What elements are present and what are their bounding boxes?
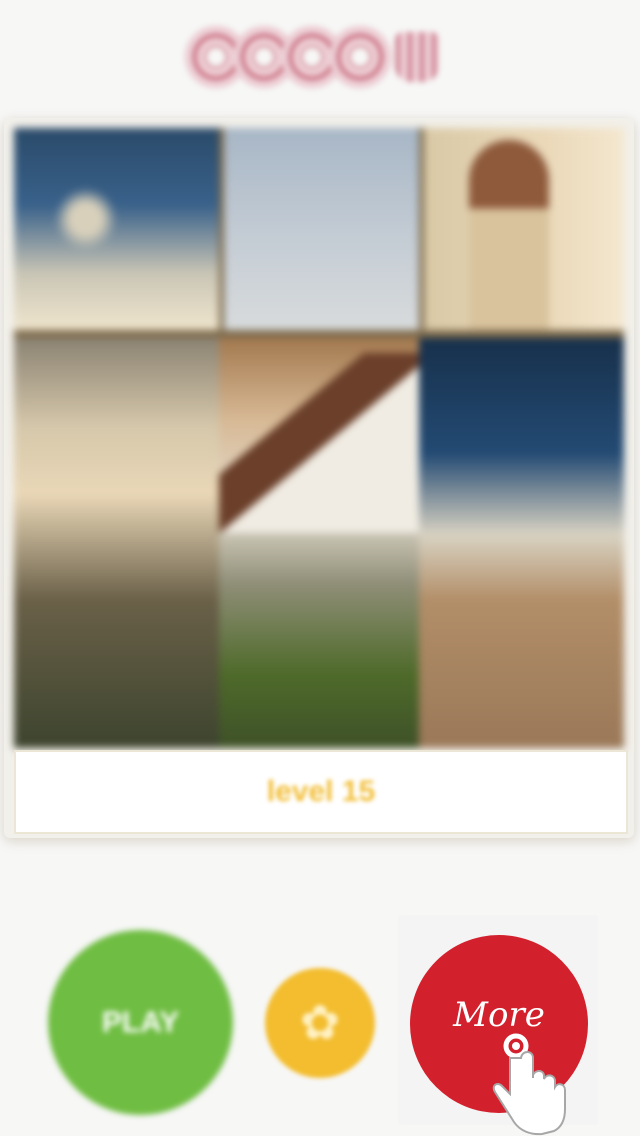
tap-hand-icon — [492, 1033, 566, 1136]
tower-image — [469, 140, 549, 330]
logo — [185, 22, 455, 92]
level-label: level 15 — [266, 775, 376, 808]
puzzle-piece[interactable] — [14, 338, 219, 748]
logo-tail — [395, 32, 439, 82]
settings-button[interactable]: ✿ — [265, 968, 375, 1078]
play-button-label: PLAY — [101, 1005, 180, 1039]
house-image — [219, 353, 419, 533]
gear-icon: ✿ — [299, 997, 341, 1050]
puzzle-piece[interactable] — [14, 128, 219, 330]
level-caption: level 15 — [14, 750, 628, 834]
play-button[interactable]: PLAY — [48, 930, 233, 1115]
puzzle-image[interactable] — [14, 128, 624, 748]
more-button-label: More — [453, 995, 545, 1035]
puzzle-piece[interactable] — [224, 128, 419, 330]
puzzle-card: level 15 — [4, 118, 634, 838]
logo-ring — [329, 26, 391, 88]
puzzle-piece[interactable] — [419, 338, 624, 748]
